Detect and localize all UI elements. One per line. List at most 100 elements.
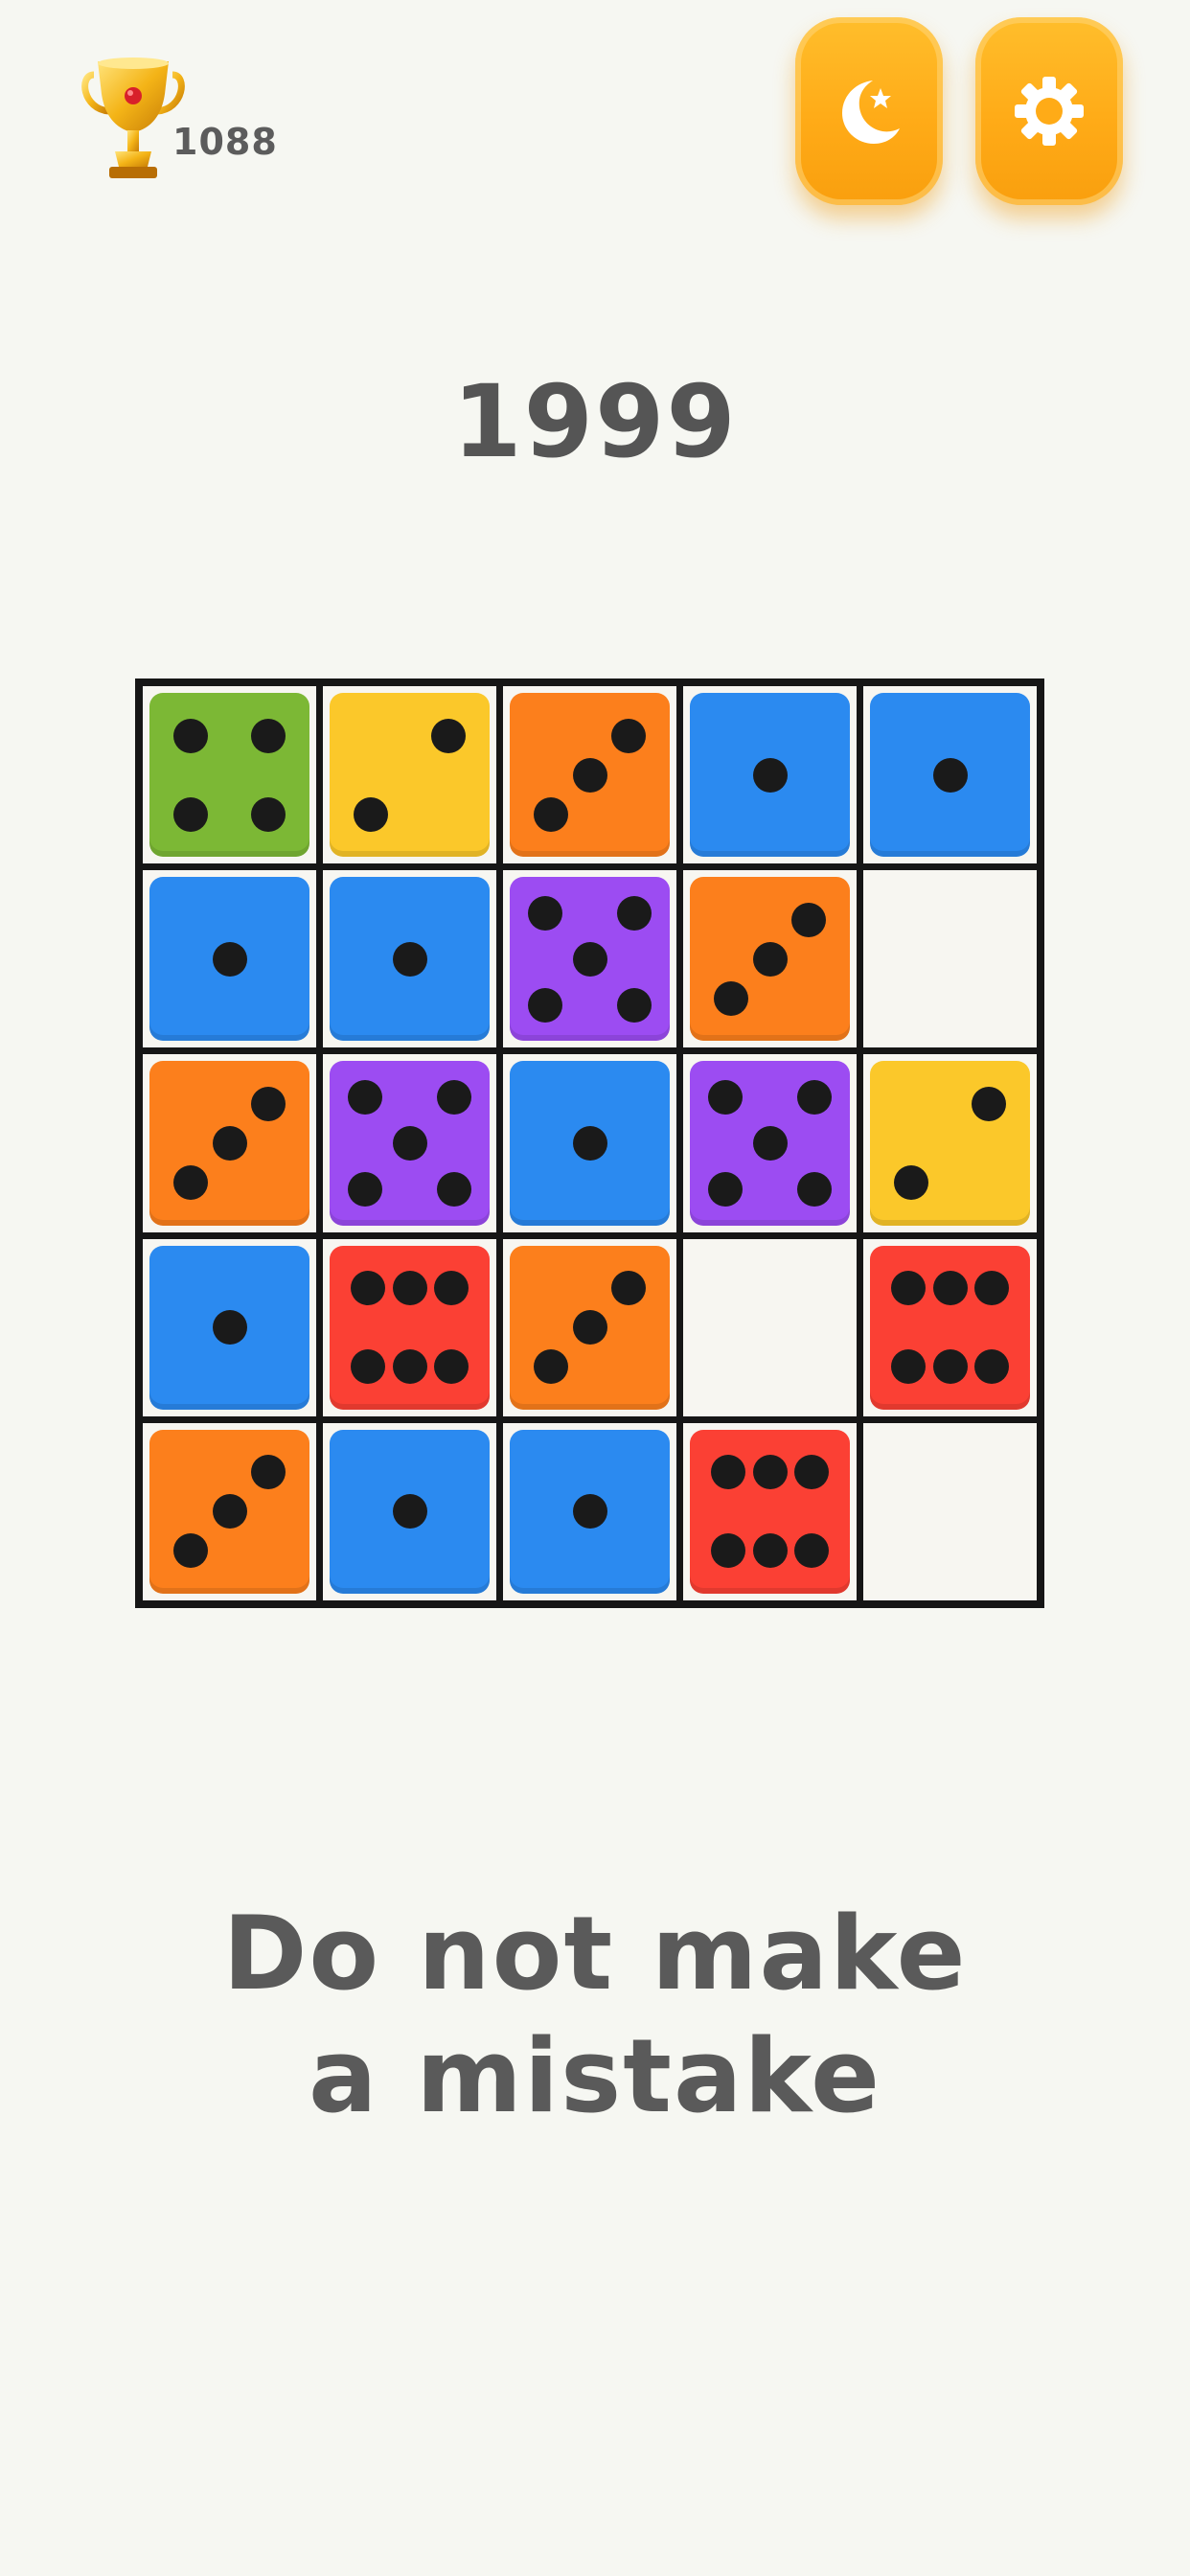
die-pip bbox=[891, 1349, 927, 1385]
die-pip bbox=[793, 1455, 829, 1490]
die-six[interactable] bbox=[870, 1245, 1030, 1410]
die-pip bbox=[250, 796, 286, 832]
die-pip bbox=[433, 1271, 469, 1306]
die-pip bbox=[527, 895, 562, 931]
board-cell-r1-c5[interactable] bbox=[863, 686, 1037, 864]
die-pip bbox=[250, 718, 286, 753]
board-cell-r5-c4[interactable] bbox=[683, 1422, 857, 1600]
board-cell-r2-c3[interactable] bbox=[503, 870, 676, 1048]
moon-star-icon bbox=[842, 80, 900, 144]
die-pip bbox=[973, 1349, 1009, 1385]
theme-toggle-button[interactable] bbox=[795, 17, 943, 205]
board-cell-r4-c1[interactable] bbox=[143, 1238, 316, 1416]
board-cell-r1-c3[interactable] bbox=[503, 686, 676, 864]
board-cell-r1-c2[interactable] bbox=[323, 686, 496, 864]
die-six[interactable] bbox=[690, 1429, 850, 1594]
board-cell-r3-c5[interactable] bbox=[863, 1054, 1037, 1232]
die-pip bbox=[212, 941, 247, 977]
die-pip bbox=[572, 941, 607, 977]
die-pip bbox=[711, 1533, 746, 1569]
die-pip bbox=[437, 1080, 472, 1116]
die-one[interactable] bbox=[149, 877, 309, 1042]
die-pip bbox=[707, 1171, 743, 1207]
die-pip bbox=[430, 718, 466, 753]
board-cell-r5-c5[interactable] bbox=[863, 1422, 1037, 1600]
trophy-icon bbox=[80, 54, 186, 188]
die-pip bbox=[894, 1165, 929, 1201]
board-cell-r2-c5[interactable] bbox=[863, 870, 1037, 1048]
die-pip bbox=[711, 1455, 746, 1490]
die-pip bbox=[392, 941, 427, 977]
die-pip bbox=[797, 1080, 833, 1116]
die-six[interactable] bbox=[330, 1245, 490, 1410]
die-one[interactable] bbox=[510, 1429, 670, 1594]
die-pip bbox=[392, 1271, 427, 1306]
die-pip bbox=[173, 796, 209, 832]
die-pip bbox=[437, 1171, 472, 1207]
board-cell-r2-c2[interactable] bbox=[323, 870, 496, 1048]
die-five[interactable] bbox=[510, 877, 670, 1042]
die-one[interactable] bbox=[330, 1429, 490, 1594]
die-pip bbox=[973, 1271, 1009, 1306]
board-cell-r3-c2[interactable] bbox=[323, 1054, 496, 1232]
die-one[interactable] bbox=[870, 693, 1030, 858]
die-three[interactable] bbox=[149, 1061, 309, 1226]
current-score: 1999 bbox=[452, 363, 738, 480]
die-pip bbox=[250, 1455, 286, 1490]
board-cell-r4-c5[interactable] bbox=[863, 1238, 1037, 1416]
die-pip bbox=[347, 1171, 382, 1207]
die-one[interactable] bbox=[690, 693, 850, 858]
die-five[interactable] bbox=[330, 1061, 490, 1226]
die-pip bbox=[610, 718, 646, 753]
board-cell-r2-c1[interactable] bbox=[143, 870, 316, 1048]
board-cell-r3-c3[interactable] bbox=[503, 1054, 676, 1232]
die-three[interactable] bbox=[510, 1245, 670, 1410]
die-pip bbox=[173, 1533, 209, 1569]
board-cell-r1-c1[interactable] bbox=[143, 686, 316, 864]
die-pip bbox=[610, 1271, 646, 1306]
board-cell-r5-c3[interactable] bbox=[503, 1422, 676, 1600]
die-pip bbox=[347, 1080, 382, 1116]
settings-button[interactable] bbox=[975, 17, 1123, 205]
die-three[interactable] bbox=[510, 693, 670, 858]
board-cell-r4-c2[interactable] bbox=[323, 1238, 496, 1416]
die-pip bbox=[392, 1349, 427, 1385]
die-pip bbox=[752, 941, 788, 977]
die-pip bbox=[932, 1271, 968, 1306]
die-pip bbox=[351, 1349, 386, 1385]
die-pip bbox=[790, 902, 826, 937]
die-pip bbox=[351, 1271, 386, 1306]
best-score: 1088 bbox=[172, 121, 278, 163]
die-two[interactable] bbox=[330, 693, 490, 858]
die-four[interactable] bbox=[149, 693, 309, 858]
die-one[interactable] bbox=[510, 1061, 670, 1226]
board-cell-r1-c4[interactable] bbox=[683, 686, 857, 864]
board-cell-r2-c4[interactable] bbox=[683, 870, 857, 1048]
die-two[interactable] bbox=[870, 1061, 1030, 1226]
die-pip bbox=[212, 1310, 247, 1346]
die-one[interactable] bbox=[330, 877, 490, 1042]
board-cell-r5-c2[interactable] bbox=[323, 1422, 496, 1600]
board-cell-r3-c1[interactable] bbox=[143, 1054, 316, 1232]
die-pip bbox=[707, 1080, 743, 1116]
die-three[interactable] bbox=[690, 877, 850, 1042]
hint-message: Do not make a mistake bbox=[0, 1893, 1190, 2138]
hint-line-2: a mistake bbox=[308, 2017, 882, 2135]
die-pip bbox=[793, 1533, 829, 1569]
die-pip bbox=[212, 1125, 247, 1161]
die-three[interactable] bbox=[149, 1429, 309, 1594]
die-pip bbox=[797, 1171, 833, 1207]
board-cell-r4-c3[interactable] bbox=[503, 1238, 676, 1416]
die-pip bbox=[173, 1165, 209, 1201]
board-cell-r5-c1[interactable] bbox=[143, 1422, 316, 1600]
die-one[interactable] bbox=[149, 1245, 309, 1410]
die-pip bbox=[932, 757, 968, 793]
die-pip bbox=[714, 980, 749, 1016]
die-pip bbox=[392, 1125, 427, 1161]
die-pip bbox=[534, 796, 569, 832]
board-cell-r4-c4[interactable] bbox=[683, 1238, 857, 1416]
die-five[interactable] bbox=[690, 1061, 850, 1226]
board-cell-r3-c4[interactable] bbox=[683, 1054, 857, 1232]
game-board bbox=[135, 678, 1044, 1608]
die-pip bbox=[572, 757, 607, 793]
